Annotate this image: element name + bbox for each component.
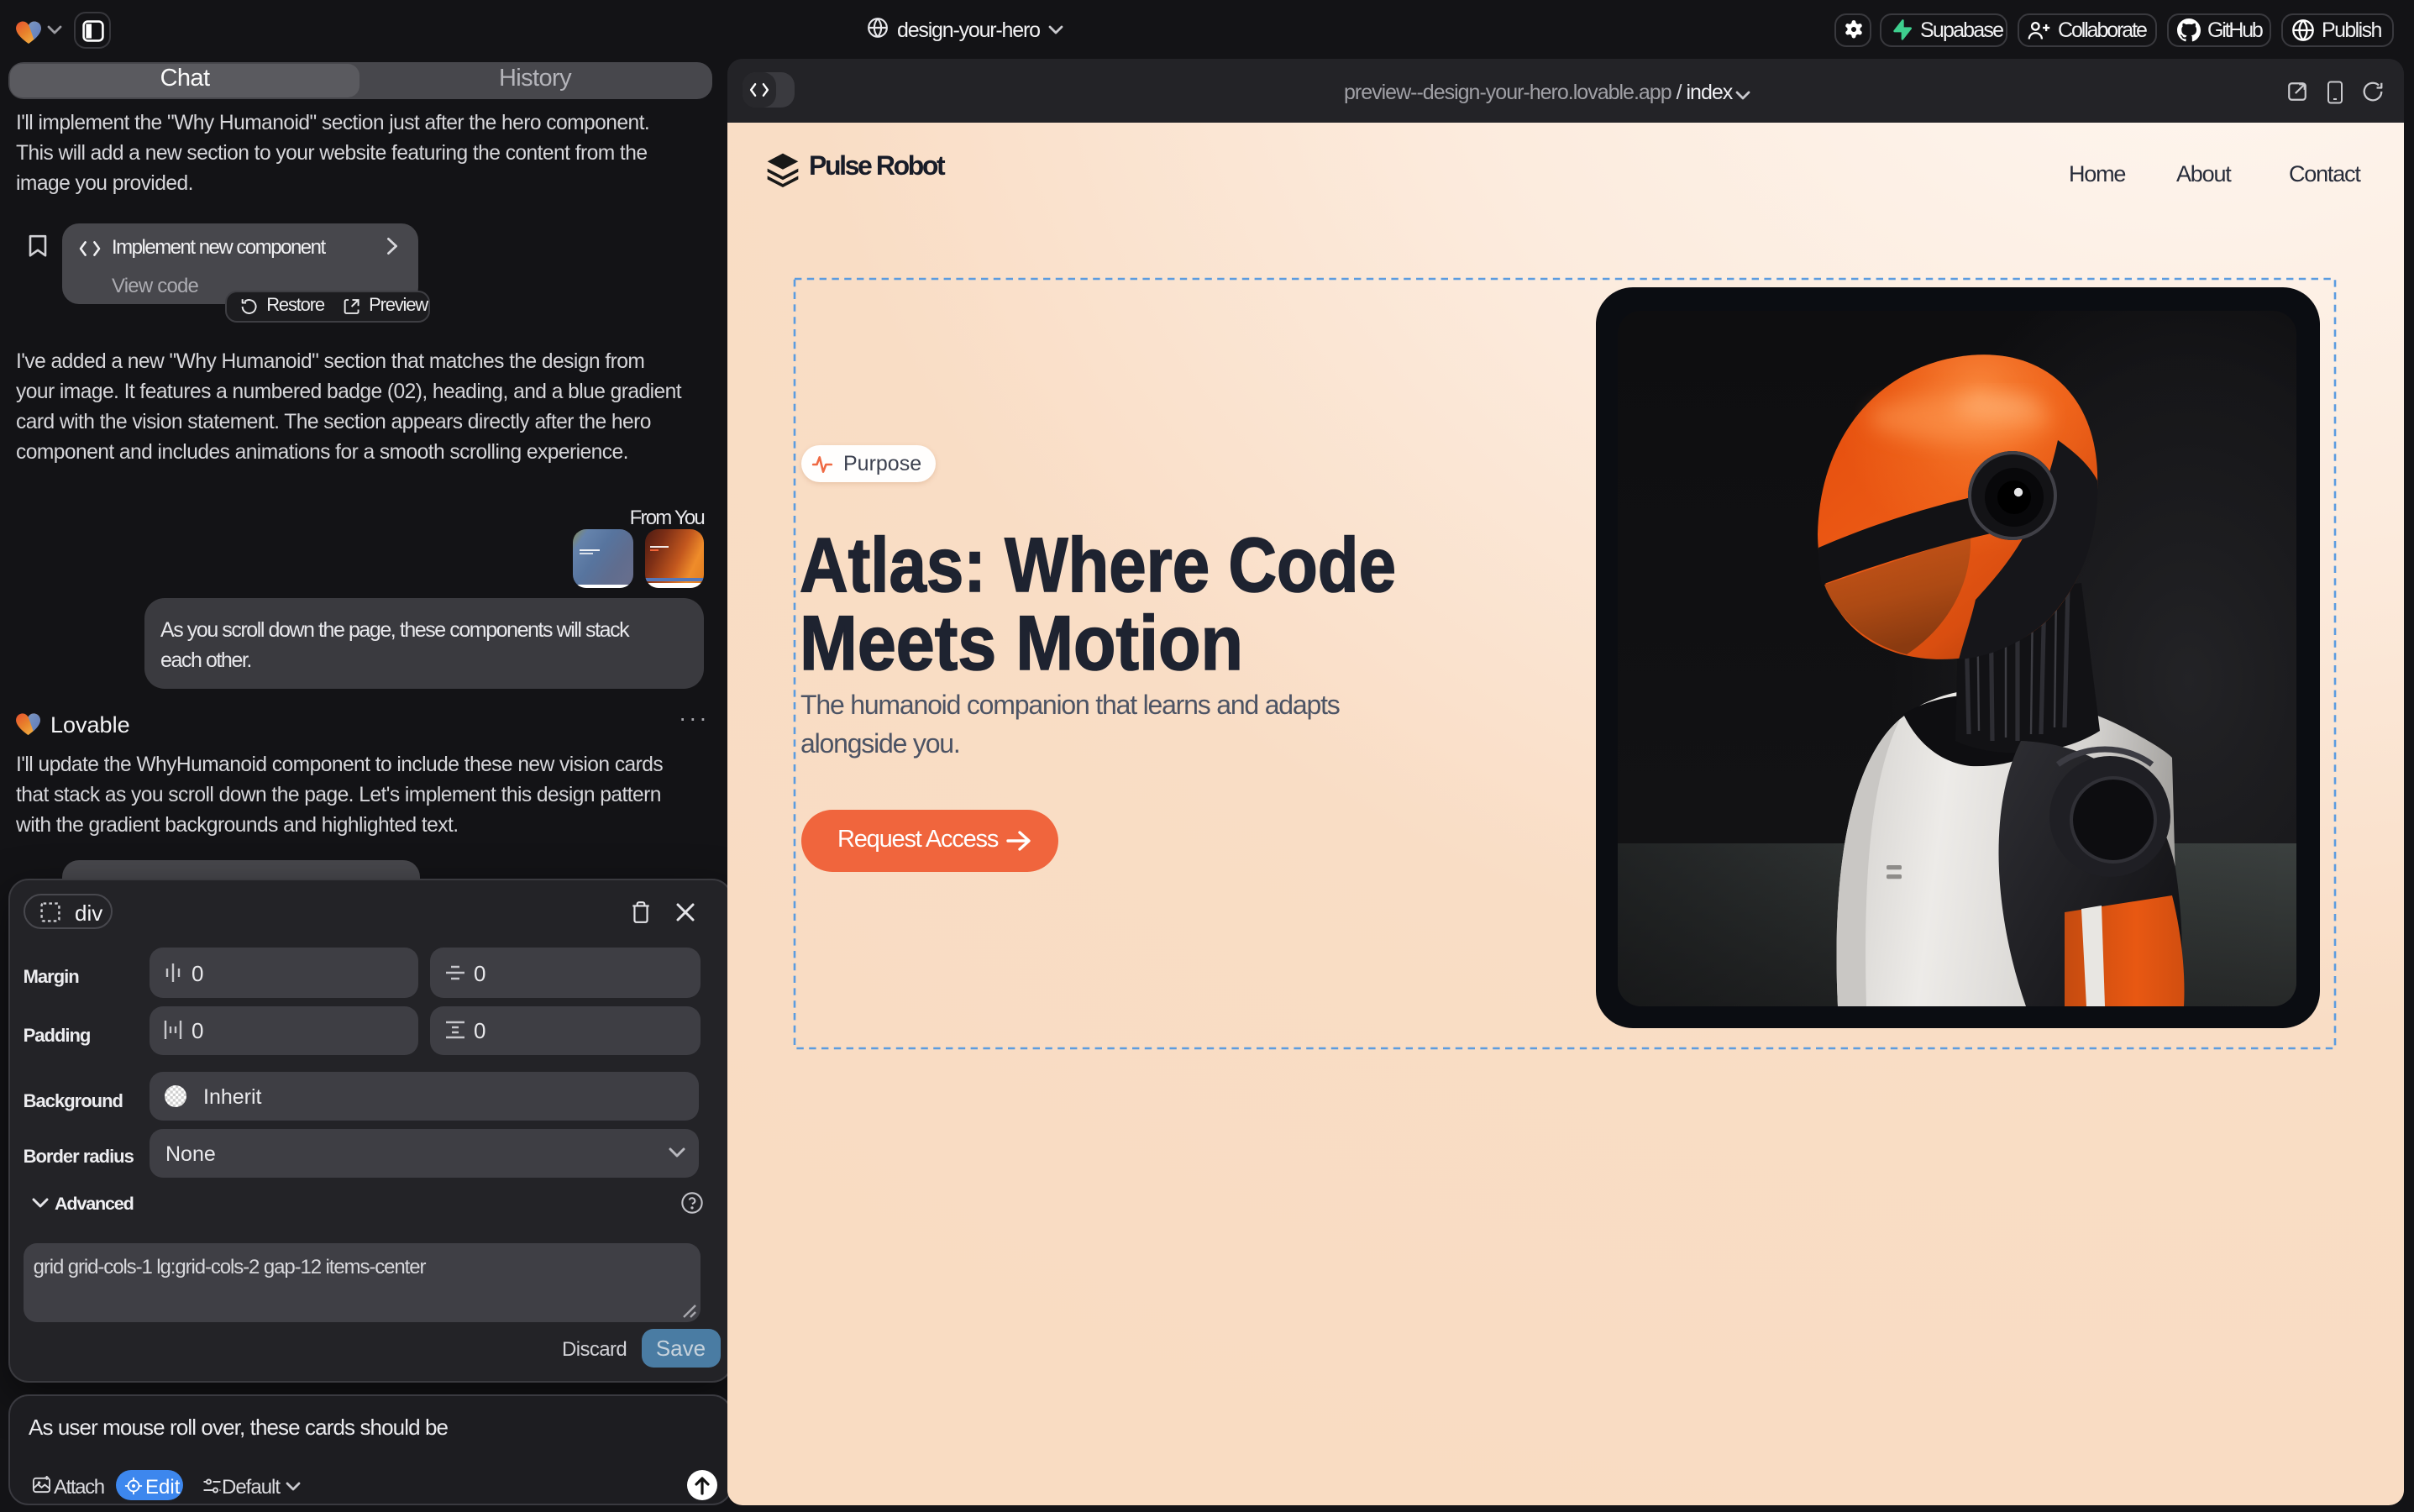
svg-text:Atlas: Where Code: Atlas: Where Code [800,526,1396,608]
svg-text:Meets Motion: Meets Motion [800,601,1243,686]
